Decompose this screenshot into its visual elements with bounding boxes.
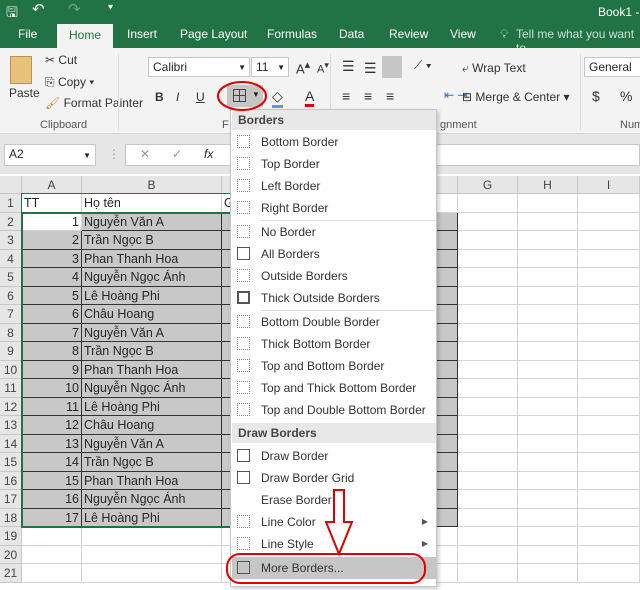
annotation-overlay (217, 81, 426, 584)
annotation-circle-more-borders (226, 553, 426, 584)
annotation-circle-borders (217, 81, 267, 111)
annotation-arrow (324, 489, 354, 557)
